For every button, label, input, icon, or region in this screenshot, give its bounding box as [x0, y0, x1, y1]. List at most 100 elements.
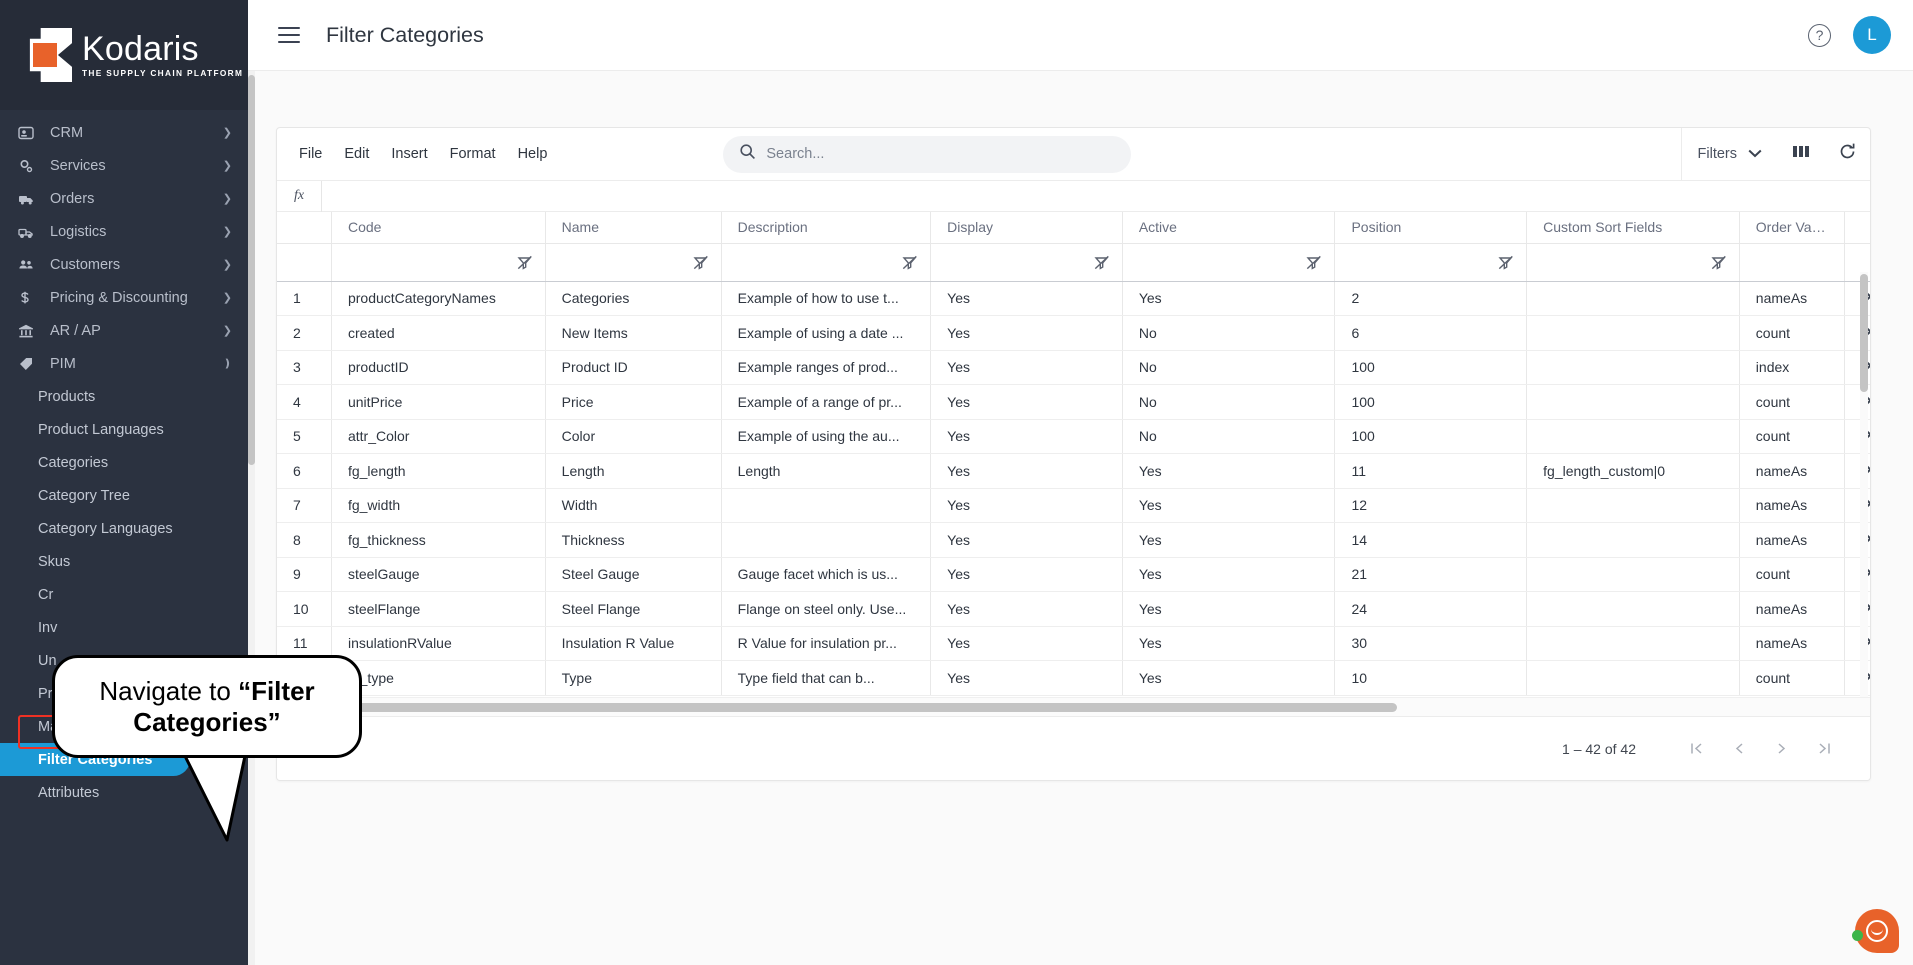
cell-code[interactable]: fg_type [331, 660, 546, 696]
cell-position[interactable]: 100 [1334, 350, 1528, 385]
cell-active[interactable]: Yes [1122, 453, 1336, 489]
filter-cell-order-value[interactable] [1739, 243, 1845, 282]
menu-file[interactable]: File [299, 146, 322, 162]
cell-position[interactable]: 30 [1334, 626, 1528, 661]
cell-position[interactable]: 21 [1334, 557, 1528, 592]
sidebar-item-cr[interactable]: Cr [0, 578, 248, 611]
sidebar-item-products[interactable]: Products [0, 380, 248, 413]
table-row[interactable]: 9 steelGauge Steel Gauge Gauge facet which … [277, 557, 1870, 592]
cell-code[interactable]: productCategoryNames [331, 281, 546, 316]
cell-active[interactable]: Yes [1122, 626, 1336, 661]
sidebar-item-customers[interactable]: Customers ❯ [0, 248, 248, 281]
cell-order-value[interactable]: nameAs [1739, 281, 1845, 316]
cell-code[interactable]: fg_width [331, 488, 546, 523]
menu-edit[interactable]: Edit [344, 146, 369, 162]
cell-order-value[interactable]: count [1739, 315, 1845, 351]
cell-position[interactable]: 14 [1334, 522, 1528, 558]
cell-display[interactable]: Yes [930, 626, 1123, 661]
column-header-order-value[interactable]: Order Value [1739, 212, 1845, 244]
cell-name[interactable]: Price [545, 384, 722, 420]
cell-order-value[interactable]: count [1739, 557, 1845, 592]
brand-logo[interactable]: Kodaris THE SUPPLY CHAIN PLATFORM [0, 0, 248, 110]
cell-custom-sort-fields[interactable] [1526, 350, 1740, 385]
cell-name[interactable]: Insulation R Value [545, 626, 722, 661]
cell-position[interactable]: 100 [1334, 419, 1528, 454]
cell-name[interactable]: Product ID [545, 350, 722, 385]
cell-code[interactable]: fg_thickness [331, 522, 546, 558]
cell-description[interactable] [721, 488, 932, 523]
cell-active[interactable]: Yes [1122, 591, 1336, 627]
filter-off-icon[interactable] [1306, 255, 1322, 273]
table-row[interactable]: 5 attr_Color Color Example of using the au.… [277, 419, 1870, 454]
cell-display[interactable]: Yes [930, 591, 1123, 627]
cell-custom-sort-fields[interactable] [1526, 419, 1740, 454]
filter-off-icon[interactable] [517, 255, 533, 273]
cell-order-value[interactable]: nameAs [1739, 626, 1845, 661]
first-page-icon[interactable] [1676, 728, 1718, 770]
sidebar-item-logistics[interactable]: Logistics ❯ [0, 215, 248, 248]
sidebar-item-categories[interactable]: Categories [0, 446, 248, 479]
next-page-icon[interactable] [1760, 728, 1802, 770]
cell-description[interactable]: Example of using a date ... [721, 315, 932, 351]
avatar[interactable]: L [1853, 16, 1891, 54]
refresh-button[interactable] [1824, 128, 1870, 181]
table-row[interactable]: 8 fg_thickness Thickness Yes Yes 14 nameAs [277, 522, 1870, 558]
table-row[interactable]: 3 productID Product ID Example ranges of pr… [277, 350, 1870, 385]
cell-position[interactable]: 10 [1334, 660, 1528, 696]
cell-display[interactable]: Yes [930, 315, 1123, 351]
cell-active[interactable]: Yes [1122, 522, 1336, 558]
cell-custom-sort-fields[interactable] [1526, 522, 1740, 558]
sidebar-item-pim[interactable]: PIM ❫ [0, 347, 248, 380]
last-page-icon[interactable] [1802, 728, 1844, 770]
cell-order-value[interactable]: index [1739, 350, 1845, 385]
cell-active[interactable]: Yes [1122, 557, 1336, 592]
table-row[interactable]: 10 steelFlange Steel Flange Flange on steel… [277, 591, 1870, 627]
column-header-custom-sort-fields[interactable]: Custom Sort Fields [1526, 212, 1740, 244]
table-row[interactable]: 11 insulationRValue Insulation R Value R Va… [277, 626, 1870, 661]
filter-off-icon[interactable] [693, 255, 709, 273]
cell-code[interactable]: productID [331, 350, 546, 385]
cell-position[interactable]: 11 [1334, 453, 1528, 489]
cell-display[interactable]: Yes [930, 557, 1123, 592]
table-row[interactable]: 4 unitPrice Price Example of a range of pr.… [277, 384, 1870, 420]
cell-order-value[interactable]: nameAs [1739, 488, 1845, 523]
cell-description[interactable]: Length [721, 453, 932, 489]
menu-help[interactable]: Help [518, 146, 548, 162]
column-header-code[interactable]: Code [331, 212, 546, 244]
page-scrollbar-thumb[interactable] [248, 75, 255, 465]
sidebar-item-ar-ap[interactable]: AR / AP ❯ [0, 314, 248, 347]
formula-input[interactable] [321, 180, 1870, 212]
cell-description[interactable]: Type field that can b... [721, 660, 932, 696]
table-row[interactable]: 1 productCategoryNames Categories Example o… [277, 281, 1870, 316]
sidebar-item-inv[interactable]: Inv [0, 611, 248, 644]
cell-display[interactable]: Yes [930, 453, 1123, 489]
cell-description[interactable] [721, 522, 932, 558]
cell-name[interactable]: Length [545, 453, 722, 489]
cell-active[interactable]: No [1122, 419, 1336, 454]
columns-button[interactable] [1778, 128, 1824, 181]
cell-description[interactable]: Example of how to use t... [721, 281, 932, 316]
column-header-name[interactable]: Name [545, 212, 722, 244]
search-box[interactable] [723, 135, 1132, 173]
cell-display[interactable]: Yes [930, 488, 1123, 523]
filter-cell-custom-sort-fields[interactable] [1526, 243, 1740, 282]
cell-description[interactable]: Example of a range of pr... [721, 384, 932, 420]
filter-cell-name[interactable] [545, 243, 722, 282]
filter-cell-display[interactable] [930, 243, 1123, 282]
grid-vertical-scrollbar-thumb[interactable] [1860, 274, 1868, 392]
filter-off-icon[interactable] [1094, 255, 1110, 273]
cell-code[interactable]: steelFlange [331, 591, 546, 627]
cell-description[interactable]: Gauge facet which is us... [721, 557, 932, 592]
cell-active[interactable]: Yes [1122, 488, 1336, 523]
cell-name[interactable]: Thickness [545, 522, 722, 558]
cell-code[interactable]: created [331, 315, 546, 351]
filter-off-icon[interactable] [902, 255, 918, 273]
grid-horizontal-scrollbar-thumb[interactable] [282, 703, 1397, 712]
cell-code[interactable]: unitPrice [331, 384, 546, 420]
table-row[interactable]: 2 created New Items Example of using a date… [277, 315, 1870, 351]
filters-button[interactable]: Filters [1680, 128, 1778, 181]
sidebar-item-category-languages[interactable]: Category Languages [0, 512, 248, 545]
cell-active[interactable]: Yes [1122, 281, 1336, 316]
cell-custom-sort-fields[interactable] [1526, 315, 1740, 351]
question-circle-icon[interactable]: ? [1808, 23, 1831, 47]
